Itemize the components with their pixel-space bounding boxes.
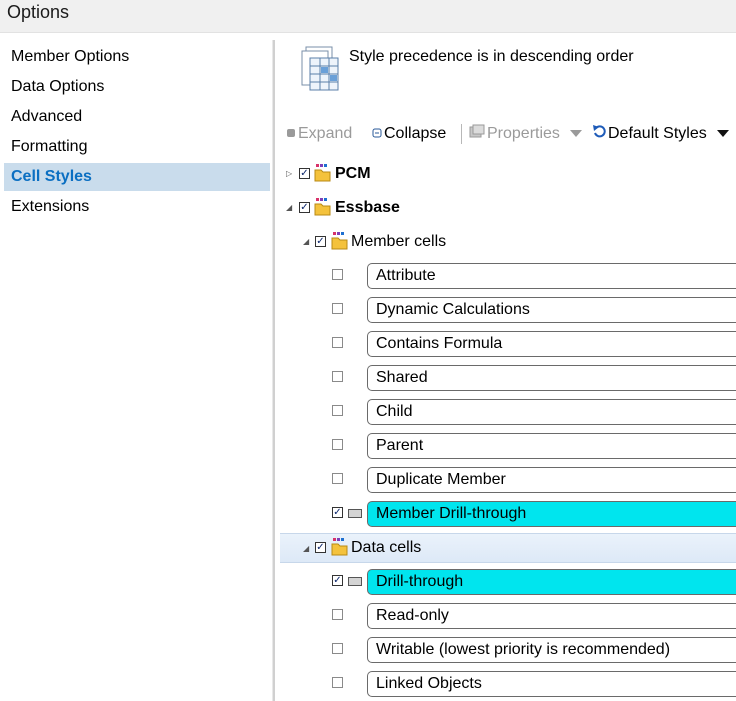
style-item-dynamic-calculations[interactable]: Dynamic Calculations bbox=[276, 295, 736, 325]
tree-node-essbase[interactable]: ◢ ✓ Essbase bbox=[276, 193, 736, 223]
nav-item-advanced[interactable]: Advanced bbox=[4, 103, 270, 131]
data-cells-checkbox[interactable]: ✓ bbox=[315, 542, 326, 553]
collapse-arrow-icon[interactable]: ◢ bbox=[286, 203, 296, 213]
nav-item-formatting[interactable]: Formatting bbox=[4, 133, 270, 161]
duplicate-member-style-preview[interactable]: Duplicate Member bbox=[367, 467, 736, 493]
nav-item-data-options[interactable]: Data Options bbox=[4, 73, 270, 101]
style-item-attribute[interactable]: Attribute bbox=[276, 261, 736, 291]
collapse-label: Collapse bbox=[384, 125, 447, 142]
expand-arrow-icon[interactable]: ▷ bbox=[286, 169, 296, 179]
style-item-shared[interactable]: Shared bbox=[276, 363, 736, 393]
window-title: Options bbox=[7, 2, 70, 22]
folder-icon bbox=[331, 538, 348, 556]
nav-item-member-options[interactable]: Member Options bbox=[4, 43, 270, 71]
writable-checkbox[interactable] bbox=[332, 643, 343, 654]
pane-splitter[interactable] bbox=[272, 40, 275, 701]
essbase-label: Essbase bbox=[335, 199, 400, 216]
style-item-drill-through[interactable]: ✓ Drill-through bbox=[276, 567, 736, 597]
data-cells-label: Data cells bbox=[351, 539, 422, 556]
toolbar-separator bbox=[461, 124, 462, 144]
properties-button[interactable]: Properties bbox=[469, 122, 583, 146]
member-drill-through-checkbox[interactable]: ✓ bbox=[332, 507, 343, 518]
parent-style-preview[interactable]: Parent bbox=[367, 433, 736, 459]
precedence-note: Style precedence is in descending order bbox=[349, 48, 634, 65]
collapse-arrow-icon[interactable]: ◢ bbox=[303, 237, 313, 247]
duplicate-member-checkbox[interactable] bbox=[332, 473, 343, 484]
collapse-icon bbox=[372, 128, 382, 138]
style-item-duplicate-member[interactable]: Duplicate Member bbox=[276, 465, 736, 495]
properties-label: Properties bbox=[487, 125, 560, 142]
shared-style-preview[interactable]: Shared bbox=[367, 365, 736, 391]
chevron-down-icon bbox=[570, 130, 583, 137]
member-cells-label: Member cells bbox=[351, 233, 447, 250]
tree-node-data-cells[interactable]: ◢ ✓ Data cells bbox=[280, 533, 736, 563]
expand-icon bbox=[287, 129, 295, 137]
collapse-button[interactable]: Collapse bbox=[372, 122, 446, 146]
linked-objects-checkbox[interactable] bbox=[332, 677, 343, 688]
expand-button[interactable]: Expand bbox=[286, 122, 352, 146]
contains-formula-checkbox[interactable] bbox=[332, 337, 343, 348]
style-item-linked-objects[interactable]: Linked Objects bbox=[276, 669, 736, 699]
nav-item-cell-styles[interactable]: Cell Styles bbox=[4, 163, 270, 191]
essbase-checkbox[interactable]: ✓ bbox=[299, 202, 310, 213]
default-styles-button[interactable]: Default Styles bbox=[592, 122, 730, 146]
style-item-parent[interactable]: Parent bbox=[276, 431, 736, 461]
pcm-label: PCM bbox=[335, 165, 371, 182]
member-cells-checkbox[interactable]: ✓ bbox=[315, 236, 326, 247]
tree-node-pcm[interactable]: ▷ ✓ PCM bbox=[276, 159, 736, 189]
writable-style-preview[interactable]: Writable (lowest priority is recommended… bbox=[367, 637, 736, 663]
format-swatch-icon bbox=[348, 509, 362, 518]
linked-objects-style-preview[interactable]: Linked Objects bbox=[367, 671, 736, 697]
format-swatch-icon bbox=[348, 577, 362, 586]
read-only-style-preview[interactable]: Read-only bbox=[367, 603, 736, 629]
member-drill-through-style-preview[interactable]: Member Drill-through bbox=[367, 501, 736, 527]
style-item-writable[interactable]: Writable (lowest priority is recommended… bbox=[276, 635, 736, 665]
folder-icon bbox=[314, 164, 331, 182]
undo-icon bbox=[593, 125, 606, 138]
attribute-checkbox[interactable] bbox=[332, 269, 343, 280]
parent-checkbox[interactable] bbox=[332, 439, 343, 450]
child-checkbox[interactable] bbox=[332, 405, 343, 416]
shared-checkbox[interactable] bbox=[332, 371, 343, 382]
tree-node-member-cells[interactable]: ◢ ✓ Member cells bbox=[276, 227, 736, 257]
folder-icon bbox=[314, 198, 331, 216]
options-nav: Member Options Data Options Advanced For… bbox=[0, 40, 272, 701]
contains-formula-style-preview[interactable]: Contains Formula bbox=[367, 331, 736, 357]
tree-toolbar: Expand Collapse Properties Default Style… bbox=[284, 122, 736, 146]
title-bar: Options bbox=[0, 0, 736, 33]
document-table-icon bbox=[301, 46, 339, 91]
nav-item-extensions[interactable]: Extensions bbox=[4, 193, 270, 221]
properties-icon bbox=[469, 124, 485, 138]
style-item-member-drill-through[interactable]: ✓ Member Drill-through bbox=[276, 499, 736, 529]
dynamic-calculations-style-preview[interactable]: Dynamic Calculations bbox=[367, 297, 736, 323]
read-only-checkbox[interactable] bbox=[332, 609, 343, 620]
drill-through-checkbox[interactable]: ✓ bbox=[332, 575, 343, 586]
collapse-arrow-icon[interactable]: ◢ bbox=[303, 544, 313, 554]
cell-styles-panel: Style precedence is in descending order … bbox=[276, 40, 736, 701]
chevron-down-icon bbox=[717, 130, 730, 137]
style-item-read-only[interactable]: Read-only bbox=[276, 601, 736, 631]
expand-label: Expand bbox=[298, 125, 353, 142]
folder-icon bbox=[331, 232, 348, 250]
drill-through-style-preview[interactable]: Drill-through bbox=[367, 569, 736, 595]
style-item-child[interactable]: Child bbox=[276, 397, 736, 427]
attribute-style-preview[interactable]: Attribute bbox=[367, 263, 736, 289]
style-item-contains-formula[interactable]: Contains Formula bbox=[276, 329, 736, 359]
dynamic-calculations-checkbox[interactable] bbox=[332, 303, 343, 314]
default-styles-label: Default Styles bbox=[608, 125, 707, 142]
pcm-checkbox[interactable]: ✓ bbox=[299, 168, 310, 179]
child-style-preview[interactable]: Child bbox=[367, 399, 736, 425]
